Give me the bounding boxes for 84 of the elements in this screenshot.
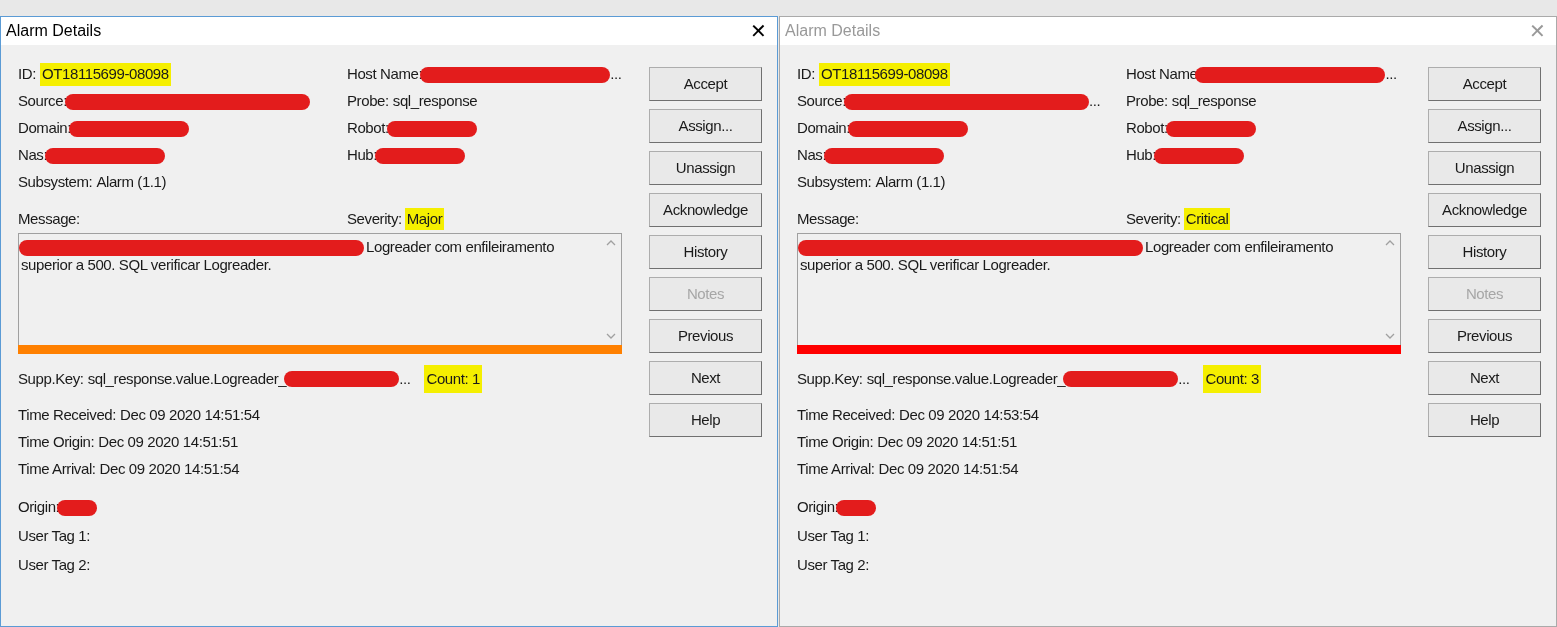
window-title: Alarm Details [785,21,881,41]
field-label: Subsystem: [18,172,93,193]
supp-key-label: Supp.Key: [18,368,84,389]
dialog-button[interactable]: Previous [649,319,762,353]
dialog-button[interactable]: Unassign [649,151,762,185]
field-value: OT18115699-08098 [39,63,171,86]
field-value: Alarm (1.1) [96,172,167,193]
scroll-down-icon[interactable] [1385,333,1395,339]
dialog-button[interactable]: Assign... [649,109,762,143]
dialog-button[interactable]: Help [649,403,762,437]
message-label: Message: [18,208,81,229]
tag-label: Origin: [797,497,839,518]
count-text: Count: 3 [1203,364,1261,394]
field-value: OT18115699-08098 [818,63,950,86]
time-label: Time Origin: [797,432,874,453]
dialog-button[interactable]: History [1428,235,1541,269]
time-label: Time Received: [797,405,896,426]
time-value: Dec 09 2020 14:51:51 [877,432,1017,453]
field-label: Robot: [1126,118,1168,139]
severity-label: Severity: [1126,208,1181,229]
field-label: Host Name: [347,64,423,85]
field-label: Probe: [1126,91,1168,112]
dialog-button[interactable]: Accept [649,67,762,101]
count-text: Count: 1 [424,364,482,394]
field-value: sql_response [392,91,478,112]
dialog-button[interactable]: Next [649,361,762,395]
field-value: sql_response [1171,91,1257,112]
dialog-button[interactable]: Acknowledge [1428,193,1541,227]
tag-label: User Tag 1: [797,526,870,547]
time-label: Time Origin: [18,432,95,453]
dialog-button[interactable]: Assign... [1428,109,1541,143]
time-value: Dec 09 2020 14:51:54 [99,459,240,480]
message-text: Logreader com enfileiramento superior a 500. SQL verificar Logreader. [800,238,1334,274]
field-label: Probe: [347,91,389,112]
time-value: Dec 09 2020 14:51:54 [878,459,1019,480]
scroll-up-icon[interactable] [606,240,616,246]
severity-value: Major [404,207,445,231]
tag-label: Origin: [18,497,60,518]
field-label: Nas: [797,145,827,166]
message-box[interactable]: Logreader com enfileiramento superior a 500. SQL verificar Logreader. [797,233,1401,345]
close-button[interactable]: ✕ [750,21,767,41]
field-label: ID: [18,64,36,85]
field-label: Source: [797,91,846,112]
window-title: Alarm Details [6,21,102,41]
ellipsis: ... [1385,64,1397,85]
field-label: Source: [18,91,67,112]
field-value: Alarm (1.1) [875,172,946,193]
field-label: Hub: [1126,145,1157,166]
severity-value: Critical [1183,207,1231,231]
ellipsis: ... [1178,368,1190,389]
message-label: Message: [797,208,860,229]
dialog-button[interactable]: Acknowledge [649,193,762,227]
dialog-button[interactable]: Previous [1428,319,1541,353]
dialog-button[interactable]: History [649,235,762,269]
message-box[interactable]: Logreader com enfileiramento superior a 500. SQL verificar Logreader. [18,233,622,345]
time-label: Time Received: [18,405,117,426]
field-label: Host Name [1126,64,1198,85]
dialog-button[interactable]: Help [1428,403,1541,437]
time-label: Time Arrival: [18,459,96,480]
scroll-down-icon[interactable] [606,333,616,339]
field-label: Domain: [797,118,851,139]
dialog-button[interactable]: Unassign [1428,151,1541,185]
tag-label: User Tag 2: [18,555,91,576]
time-label: Time Arrival: [797,459,875,480]
tag-label: User Tag 1: [18,526,91,547]
supp-key-label: Supp.Key: [797,368,863,389]
dialog-button[interactable]: Accept [1428,67,1541,101]
field-label: Subsystem: [797,172,872,193]
field-label: Hub: [347,145,378,166]
ellipsis: ... [610,64,622,85]
scroll-up-icon[interactable] [1385,240,1395,246]
message-text: Logreader com enfileiramento superior a 500. SQL verificar Logreader. [21,238,555,274]
ellipsis: ... [1088,91,1101,112]
tag-label: User Tag 2: [797,555,870,576]
time-value: Dec 09 2020 14:51:51 [98,432,238,453]
field-label: ID: [797,64,815,85]
field-label: Robot: [347,118,389,139]
time-value: Dec 09 2020 14:51:54 [120,405,260,426]
time-value: Dec 09 2020 14:53:54 [899,405,1039,426]
field-label: Domain: [18,118,72,139]
severity-label: Severity: [347,208,402,229]
dialog-button[interactable]: Next [1428,361,1541,395]
ellipsis: ... [399,368,411,389]
field-label: Nas: [18,145,48,166]
